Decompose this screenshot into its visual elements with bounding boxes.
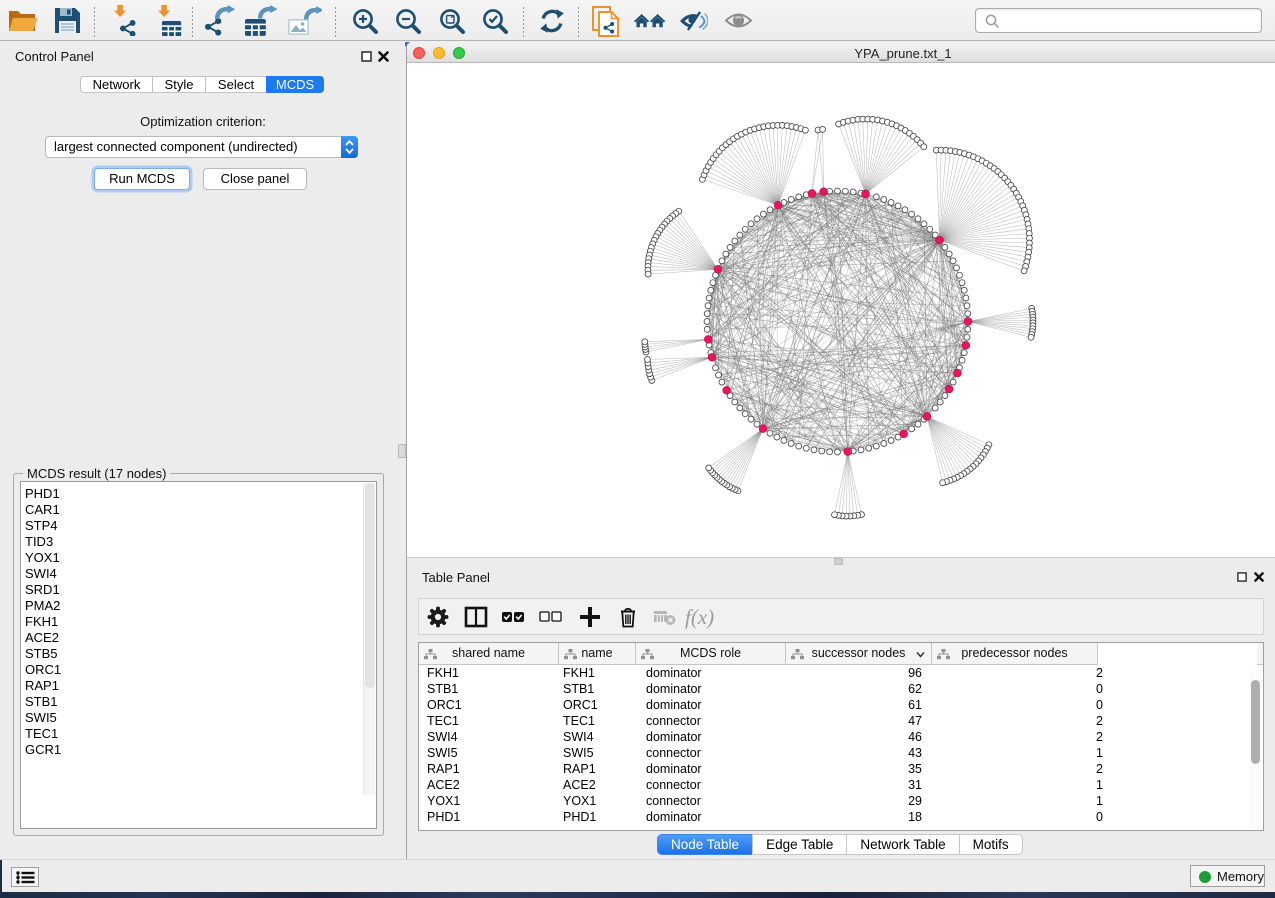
svg-text:f(x): f(x) — [685, 605, 714, 629]
